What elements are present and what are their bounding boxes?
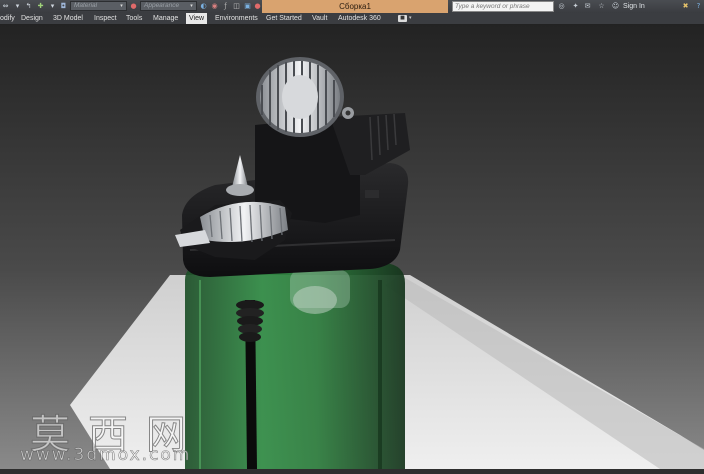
dropdown-icon[interactable]: ▾ bbox=[48, 2, 57, 11]
tab-inspect[interactable]: Inspect bbox=[94, 13, 117, 24]
tab-design[interactable]: Design bbox=[21, 13, 43, 24]
tab-modify[interactable]: odify bbox=[0, 13, 15, 24]
title-bar: ⇔ ▾ ↰ ✚ ▾ ◘ Material ▾ ● Appearance ▾ ◐ … bbox=[0, 0, 704, 13]
pan-icon[interactable]: ⇔ bbox=[1, 2, 10, 11]
chevron-down-icon: ▾ bbox=[120, 3, 123, 9]
star-icon[interactable]: ☆ bbox=[597, 2, 606, 11]
search-input[interactable]: Type a keyword or phrase bbox=[452, 1, 554, 12]
appearance-combo-label: Appearance bbox=[144, 2, 180, 9]
tab-tools[interactable]: Tools bbox=[126, 13, 142, 24]
binoculars-icon[interactable]: ◎ bbox=[557, 2, 566, 11]
cap-screw bbox=[365, 190, 379, 198]
help-icon[interactable]: ? bbox=[694, 2, 703, 11]
appearance-ball-icon[interactable]: ● bbox=[129, 2, 138, 11]
update-icon[interactable]: ✚ bbox=[36, 2, 45, 11]
tab-autodesk-360[interactable]: Autodesk 360 bbox=[338, 13, 381, 24]
document-title: Сборка1 bbox=[262, 0, 448, 13]
tab-manage[interactable]: Manage bbox=[153, 13, 178, 24]
material-combo[interactable]: Material ▾ bbox=[70, 1, 127, 11]
macro-icon[interactable]: ▣ bbox=[243, 2, 252, 11]
wick-spring bbox=[236, 300, 264, 342]
return-icon[interactable]: ↰ bbox=[24, 2, 33, 11]
parameters-icon[interactable]: ◫ bbox=[232, 2, 241, 11]
clear-appearance-icon[interactable]: ◐ bbox=[199, 2, 208, 11]
adjust-icon[interactable]: ◉ bbox=[210, 2, 219, 11]
tab-get-started[interactable]: Get Started bbox=[266, 13, 302, 24]
inner-valve bbox=[293, 286, 337, 314]
appearance-combo[interactable]: Appearance ▾ bbox=[140, 1, 197, 11]
chevron-down-icon: ▾ bbox=[190, 3, 193, 9]
fx-icon[interactable]: ƒ bbox=[221, 2, 230, 11]
dropdown-icon[interactable]: ▾ bbox=[13, 2, 22, 11]
tab-3d-model[interactable]: 3D Model bbox=[53, 13, 83, 24]
tab-view[interactable]: View bbox=[186, 13, 208, 24]
watermark-url: www.3dmox.com bbox=[20, 445, 192, 466]
record-icon[interactable]: ● bbox=[253, 2, 262, 11]
sign-in-link[interactable]: Sign In bbox=[623, 0, 645, 13]
tab-vault[interactable]: Vault bbox=[312, 13, 327, 24]
chevron-down-icon[interactable]: ▾ bbox=[409, 13, 412, 24]
exchange-icon[interactable]: ✖ bbox=[681, 2, 690, 11]
ribbon-tabs: odify Design 3D Model Inspect Tools Mana… bbox=[0, 13, 704, 25]
graphics-viewport[interactable]: 莫西网 www.3dmox.com bbox=[0, 25, 704, 470]
user-icon[interactable]: ☺ bbox=[611, 2, 620, 11]
material-combo-label: Material bbox=[74, 2, 98, 9]
communication-icon[interactable]: ✉ bbox=[583, 2, 592, 11]
tab-environments[interactable]: Environments bbox=[215, 13, 258, 24]
select-icon[interactable]: ◘ bbox=[59, 2, 68, 11]
subscription-icon[interactable]: ✦ bbox=[571, 2, 580, 11]
panel-toggle-icon[interactable]: ■ bbox=[398, 15, 407, 22]
